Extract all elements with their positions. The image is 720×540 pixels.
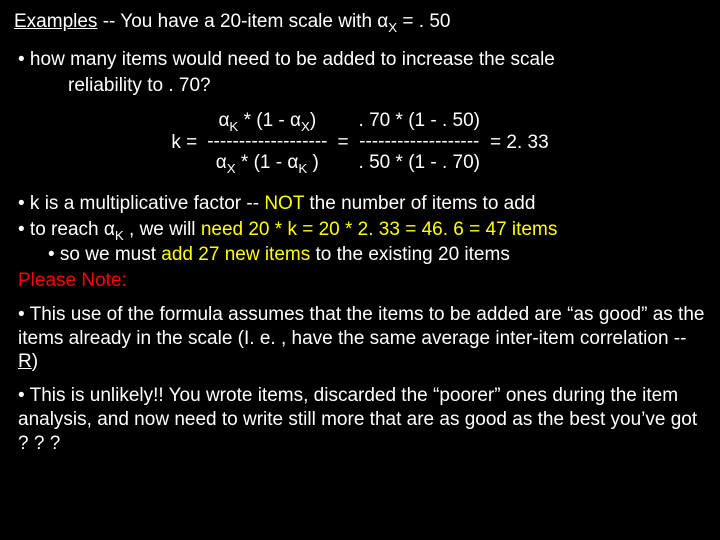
question-line1: • how many items would need to be added … [18,48,706,72]
frac1-bot: αX * (1 - αK ) [216,153,319,174]
title-lead: Examples [14,11,97,32]
paragraph-2: • This is unlikely!! You wrote items, di… [18,384,706,455]
equals-1: = [337,131,348,155]
frac2-top: . 70 * (1 - . 50) [359,111,480,132]
alpha-1: α [377,11,388,32]
frac1-top: αK * (1 - αX) [218,111,316,132]
formula: k = αK * (1 - αX) ------------------- αX… [14,111,706,174]
question-line2: reliability to . 70? [68,74,706,98]
paragraph-1: • This use of the formula assumes that t… [18,303,706,374]
fraction-2: . 70 * (1 - . 50) ------------------- . … [359,111,480,174]
fraction-1: αK * (1 - αX) ------------------- αX * (… [207,111,327,174]
frac1-dash: ------------------- [207,132,327,153]
point-1: • k is a multiplicative factor -- NOT th… [18,192,706,216]
point-3: • so we must add 27 new items to the exi… [48,243,706,267]
result: = 2. 33 [490,131,549,155]
k-equals: k = [171,131,197,155]
title-end: = . 50 [397,11,450,32]
frac2-bot: . 50 * (1 - . 70) [359,153,480,174]
frac2-dash: ------------------- [359,132,479,153]
please-note: Please Note: [18,269,706,293]
title-rest: -- You have a 20-item scale with [97,11,377,32]
point-2: • to reach αK , we will need 20 * k = 20… [18,218,706,242]
heading: Examples -- You have a 20-item scale wit… [14,10,706,34]
sub-x-1: X [388,20,397,35]
